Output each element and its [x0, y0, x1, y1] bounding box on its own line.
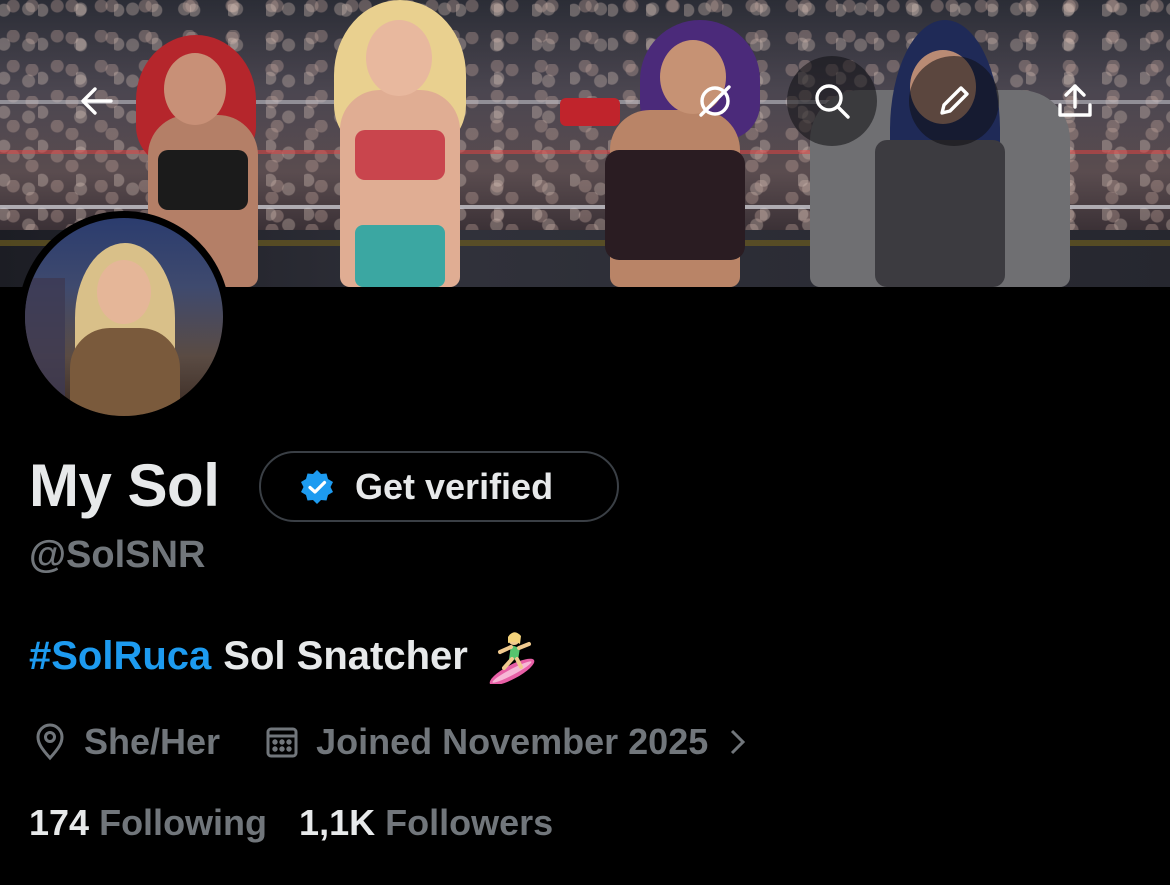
bio-hashtag-link[interactable]: #SolRuca: [29, 634, 211, 679]
share-button[interactable]: [1030, 56, 1120, 146]
followers-label: Followers: [385, 802, 554, 843]
back-button[interactable]: [52, 56, 142, 146]
profile-meta: She/Her Joined November 2025: [30, 716, 752, 768]
grok-button[interactable]: [670, 56, 760, 146]
verified-badge-icon: [301, 469, 333, 504]
followers-count: 1,1K: [299, 802, 376, 843]
bio: #SolRuca Sol Snatcher: [29, 628, 540, 684]
pencil-icon: [940, 86, 969, 115]
avatar-image: [25, 218, 223, 416]
banner-wrestler-2: [300, 0, 500, 287]
bio-text: Sol Snatcher: [223, 633, 468, 678]
following-label: Following: [99, 802, 268, 843]
share-upload-icon: [1058, 84, 1092, 117]
joined-item[interactable]: Joined November 2025: [262, 721, 752, 763]
banner-wrestler-3: [560, 20, 790, 287]
calendar-icon: [266, 727, 298, 758]
followers-link[interactable]: 1,1K Followers: [299, 802, 553, 844]
follow-stats: 174 Following 1,1K Followers: [29, 802, 553, 844]
location-pin-icon: [36, 723, 64, 761]
search-icon: [815, 84, 850, 119]
get-verified-button[interactable]: Get verified: [259, 451, 619, 522]
surfer-icon: [489, 632, 535, 684]
arrow-left-icon: [81, 87, 113, 115]
pronouns-text: She/Her: [84, 721, 221, 762]
edit-button[interactable]: [909, 56, 999, 146]
chevron-right-icon: [731, 729, 746, 755]
avatar[interactable]: [18, 211, 230, 423]
following-count: 174: [29, 802, 90, 843]
search-button[interactable]: [787, 56, 877, 146]
banner-wrestler-4: [790, 10, 1090, 287]
pronouns-item: She/Her: [30, 721, 220, 763]
get-verified-label: Get verified: [355, 465, 554, 507]
joined-text: Joined November 2025: [316, 721, 709, 762]
display-name: My Sol: [29, 452, 220, 519]
slashed-circle-icon: [699, 85, 731, 117]
following-link[interactable]: 174 Following: [29, 802, 267, 844]
user-handle: @SolSNR: [29, 534, 206, 576]
